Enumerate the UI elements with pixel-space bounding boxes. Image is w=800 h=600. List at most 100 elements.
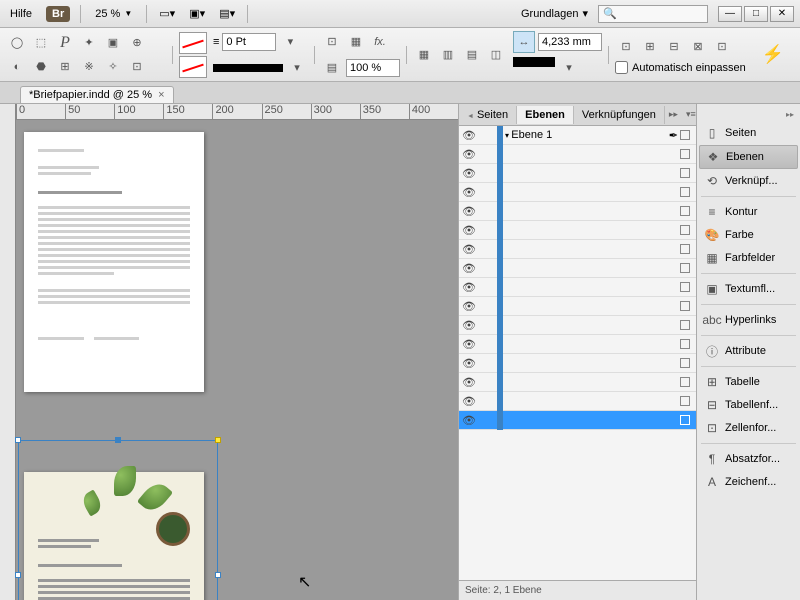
layer-row[interactable]: 👁 [459,373,696,392]
workspace-select[interactable]: Grundlagen ▾ [521,7,588,20]
handle[interactable] [15,437,21,443]
opacity-field[interactable]: 100 % [346,59,400,77]
target-icon[interactable] [680,206,690,216]
layer-row[interactable]: 👁 [459,278,696,297]
measure-field[interactable]: 4,233 mm [538,33,602,51]
tool-icon[interactable]: ⊕ [126,32,148,54]
handle[interactable] [215,572,221,578]
layer-row[interactable]: 👁 [459,335,696,354]
visibility-icon[interactable]: 👁 [459,148,479,161]
visibility-icon[interactable]: 👁 [459,281,479,294]
layer-row[interactable]: 👁 [459,259,696,278]
fit-icon[interactable]: ⊞ [639,35,661,57]
target-icon[interactable] [680,187,690,197]
dock-table[interactable]: ⊞Tabelle [699,371,798,393]
align-icon[interactable]: ▤ [461,44,483,66]
target-icon[interactable] [680,358,690,368]
target-icon[interactable] [680,130,690,140]
handle[interactable] [215,437,221,443]
dock-char[interactable]: AZeichenf... [699,471,798,493]
tool-icon[interactable]: ※ [78,56,100,78]
layer-row[interactable]: 👁 [459,411,696,430]
dock-color[interactable]: 🎨Farbe [699,224,798,246]
bridge-button[interactable]: Br [46,6,70,22]
tool-icon[interactable]: ⊞ [54,56,76,78]
align-icon[interactable]: ▥ [437,44,459,66]
visibility-icon[interactable]: 👁 [459,376,479,389]
handle[interactable] [115,437,121,443]
stroke-weight-field[interactable]: 0 Pt [222,33,276,51]
layer-row[interactable]: 👁 [459,221,696,240]
autofit-checkbox[interactable] [615,61,628,74]
visibility-icon[interactable]: 👁 [459,414,479,427]
handle[interactable] [15,572,21,578]
visibility-icon[interactable]: 👁 [459,224,479,237]
menu-help[interactable]: Hilfe [6,6,36,22]
layer-row[interactable]: 👁 [459,316,696,335]
align-icon[interactable]: ◫ [485,44,507,66]
expand-icon[interactable]: ▸▸ [699,108,798,121]
layer-row[interactable]: 👁 [459,145,696,164]
fill-swatch[interactable] [179,32,207,54]
fx-icon[interactable]: ⊡ [321,31,343,53]
visibility-icon[interactable]: 👁 [459,129,479,142]
minimize-button[interactable]: — [718,6,742,22]
target-icon[interactable] [680,263,690,273]
dock-layers[interactable]: ❖Ebenen [699,145,798,169]
dock-stroke[interactable]: ≡Kontur [699,201,798,223]
dock-hyperlinks[interactable]: abcHyperlinks [699,309,798,331]
layer-row[interactable]: 👁 [459,202,696,221]
target-icon[interactable] [680,149,690,159]
stroke-style[interactable] [213,64,283,72]
layer-row[interactable]: 👁 [459,183,696,202]
target-icon[interactable] [680,415,690,425]
bolt-icon[interactable]: ⚡ [762,44,784,65]
target-icon[interactable] [680,377,690,387]
target-icon[interactable] [680,244,690,254]
tab-links[interactable]: Verknüpfungen [574,106,665,124]
align-icon[interactable]: ▦ [413,44,435,66]
layer-row[interactable]: 👁 [459,354,696,373]
target-icon[interactable] [680,282,690,292]
dock-textwrap[interactable]: ▣Textumfl... [699,278,798,300]
layer-row-top[interactable]: 👁Ebene 1✒ [459,126,696,145]
tool-icon[interactable]: ⬣ [30,56,52,78]
tool-icon[interactable]: ◯ [6,32,28,54]
screen-mode-icon[interactable]: ▣▾ [187,5,207,23]
fit-icon[interactable]: ⊡ [711,35,733,57]
fx-icon[interactable]: fx. [369,31,391,53]
dock-pages[interactable]: ▯Seiten [699,122,798,144]
layer-list[interactable]: 👁Ebene 1✒👁👁👁👁👁👁👁👁👁👁👁👁👁👁👁 [459,126,696,580]
target-icon[interactable] [680,301,690,311]
layer-row[interactable]: 👁 [459,297,696,316]
visibility-icon[interactable]: 👁 [459,262,479,275]
layer-row[interactable]: 👁 [459,164,696,183]
tool-icon[interactable]: ⊡ [126,56,148,78]
dock-tablefmt[interactable]: ⊟Tabellenf... [699,394,798,416]
arrange-icon[interactable]: ▤▾ [217,5,237,23]
dock-links[interactable]: ⟲Verknüpf... [699,170,798,192]
dropdown-icon[interactable]: ▾ [279,31,301,53]
layer-row[interactable]: 👁 [459,392,696,411]
stroke-swatch[interactable] [179,56,207,78]
search-input[interactable]: 🔍 [598,5,708,23]
target-icon[interactable] [680,339,690,349]
fit-icon[interactable]: ⊠ [687,35,709,57]
tool-icon[interactable]: ▣ [102,32,124,54]
fx-icon[interactable]: ▦ [345,31,367,53]
visibility-icon[interactable]: 👁 [459,186,479,199]
visibility-icon[interactable]: 👁 [459,300,479,313]
visibility-icon[interactable]: 👁 [459,395,479,408]
visibility-icon[interactable]: 👁 [459,357,479,370]
canvas[interactable]: 050100150200250300350400 [0,104,458,600]
target-icon[interactable] [680,396,690,406]
visibility-icon[interactable]: 👁 [459,243,479,256]
visibility-icon[interactable]: 👁 [459,338,479,351]
tool-icon[interactable]: P [54,32,76,54]
visibility-icon[interactable]: 👁 [459,205,479,218]
view-mode-icon[interactable]: ▭▾ [157,5,177,23]
fit-icon[interactable]: ⊟ [663,35,685,57]
close-icon[interactable]: × [158,89,164,101]
dock-swatches[interactable]: ▦Farbfelder [699,247,798,269]
tool-icon[interactable]: ✦ [78,32,100,54]
